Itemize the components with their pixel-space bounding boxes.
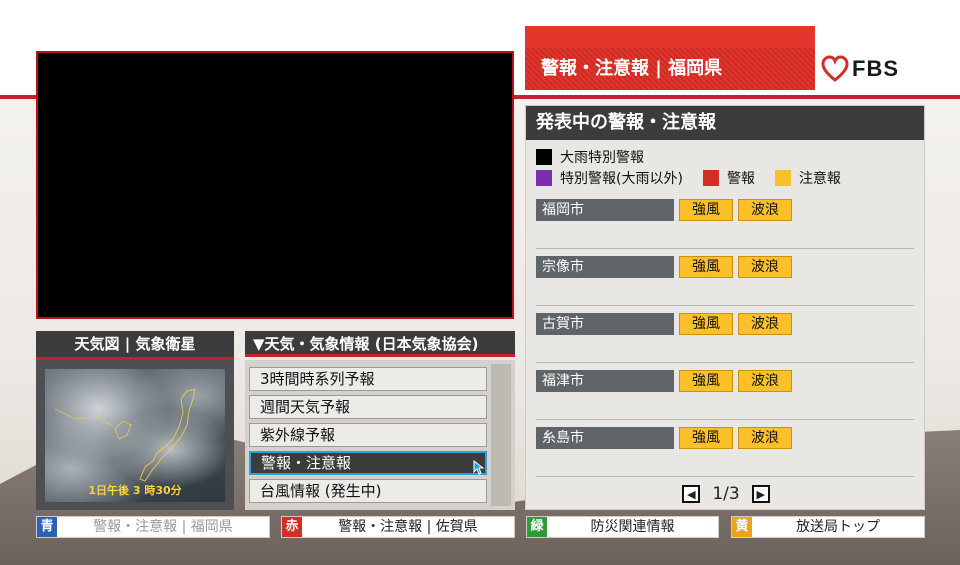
menu-item-typhoon[interactable]: 台風情報 (発生中) xyxy=(249,479,487,503)
yellow-key-icon: 黄 xyxy=(732,517,752,537)
legend-swatch-advisory xyxy=(774,169,791,186)
nav-red-label: 警報・注意報 | 佐賀県 xyxy=(338,519,478,535)
nav-green-button[interactable]: 緑 防災関連情報 xyxy=(526,516,719,538)
city-row: 宗像市 強風 波浪 xyxy=(536,248,914,278)
video-area xyxy=(36,51,514,319)
menu-item-weekly-forecast[interactable]: 週間天気予報 xyxy=(249,395,487,419)
pager: ◀ 1/3 ▶ xyxy=(526,482,926,506)
satellite-timestamp: 1日午後 3 時30分 xyxy=(88,484,182,497)
alert-chip: 波浪 xyxy=(738,199,792,221)
weather-menu-title: ▼天気・気象情報 (日本気象協会) xyxy=(245,331,515,357)
logo-text: FBS xyxy=(852,56,899,81)
legend-label-special-other: 特別警報(大雨以外) xyxy=(560,170,683,187)
menu-item-3hour-forecast[interactable]: 3時間時系列予報 xyxy=(249,367,487,391)
nav-yellow-button[interactable]: 黄 放送局トップ xyxy=(731,516,925,538)
alert-chip: 波浪 xyxy=(738,313,792,335)
legend-label-heavy-rain-special: 大雨特別警報 xyxy=(560,149,644,166)
menu-item-warnings-label: 警報・注意報 xyxy=(261,454,352,472)
alert-chip: 強風 xyxy=(679,199,733,221)
city-name: 福岡市 xyxy=(536,199,674,221)
header-tab-accent xyxy=(525,26,815,48)
row-separator xyxy=(536,419,914,420)
alert-chip: 波浪 xyxy=(738,256,792,278)
row-separator xyxy=(536,248,914,249)
chevron-right-icon: ▶ xyxy=(756,487,765,501)
menu-scrollbar[interactable] xyxy=(491,364,511,506)
city-name: 古賀市 xyxy=(536,313,674,335)
city-row: 古賀市 強風 波浪 xyxy=(536,305,914,335)
alert-chip: 強風 xyxy=(679,313,733,335)
weather-map-frame[interactable]: 1日午後 3 時30分 xyxy=(36,360,234,510)
nav-blue-button[interactable]: 青 警報・注意報 | 福岡県 xyxy=(36,516,270,538)
pager-next-button[interactable]: ▶ xyxy=(751,485,770,503)
legend-swatch-special-other xyxy=(536,169,552,186)
alert-chip: 波浪 xyxy=(738,370,792,392)
satellite-image[interactable]: 1日午後 3 時30分 xyxy=(45,369,225,502)
city-name: 福津市 xyxy=(536,370,674,392)
blue-key-icon: 青 xyxy=(37,517,57,537)
heart-logo-icon xyxy=(821,55,849,82)
row-separator xyxy=(536,305,914,306)
city-name: 宗像市 xyxy=(536,256,674,278)
weather-menu: 3時間時系列予報 週間天気予報 紫外線予報 警報・注意報 台風情報 (発生中) xyxy=(245,360,515,510)
legend-label-warning: 警報 xyxy=(726,170,755,187)
alert-chip: 強風 xyxy=(679,427,733,449)
warnings-legend: 大雨特別警報 特別警報(大雨以外) 警報 注意報 xyxy=(526,140,924,188)
city-row: 福津市 強風 波浪 xyxy=(536,362,914,392)
legend-label-advisory: 注意報 xyxy=(798,170,841,187)
nav-green-label: 防災関連情報 xyxy=(590,519,675,535)
nav-red-button[interactable]: 赤 警報・注意報 | 佐賀県 xyxy=(281,516,515,538)
nav-blue-label: 警報・注意報 | 福岡県 xyxy=(93,519,233,535)
legend-swatch-warning xyxy=(702,169,719,186)
alert-chip: 強風 xyxy=(679,370,733,392)
pager-text: 1/3 xyxy=(712,484,740,504)
city-row: 福岡市 強風 波浪 xyxy=(536,199,914,221)
weather-map-title[interactable]: 天気図 | 気象衛星 xyxy=(36,331,234,360)
pointer-cursor-icon xyxy=(473,459,485,475)
legend-swatch-heavy-rain-special xyxy=(536,148,552,165)
alert-chip: 波浪 xyxy=(738,427,792,449)
warnings-panel-title: 発表中の警報・注意報 xyxy=(526,106,924,140)
menu-item-uv-forecast[interactable]: 紫外線予報 xyxy=(249,423,487,447)
menu-item-warnings[interactable]: 警報・注意報 xyxy=(249,451,487,475)
red-key-icon: 赤 xyxy=(282,517,302,537)
alert-chip: 強風 xyxy=(679,256,733,278)
fbs-logo: FBS xyxy=(820,52,930,86)
city-name: 糸島市 xyxy=(536,427,674,449)
chevron-left-icon: ◀ xyxy=(687,487,696,501)
row-separator xyxy=(536,476,914,477)
green-key-icon: 緑 xyxy=(527,517,547,537)
nav-yellow-label: 放送局トップ xyxy=(796,519,880,535)
city-row: 糸島市 強風 波浪 xyxy=(536,419,914,449)
page-title: 警報・注意報 | 福岡県 xyxy=(525,48,815,90)
warnings-panel: 発表中の警報・注意報 大雨特別警報 特別警報(大雨以外) 警報 注意報 福岡市 xyxy=(525,105,925,510)
pager-prev-button[interactable]: ◀ xyxy=(682,485,701,503)
row-separator xyxy=(536,362,914,363)
